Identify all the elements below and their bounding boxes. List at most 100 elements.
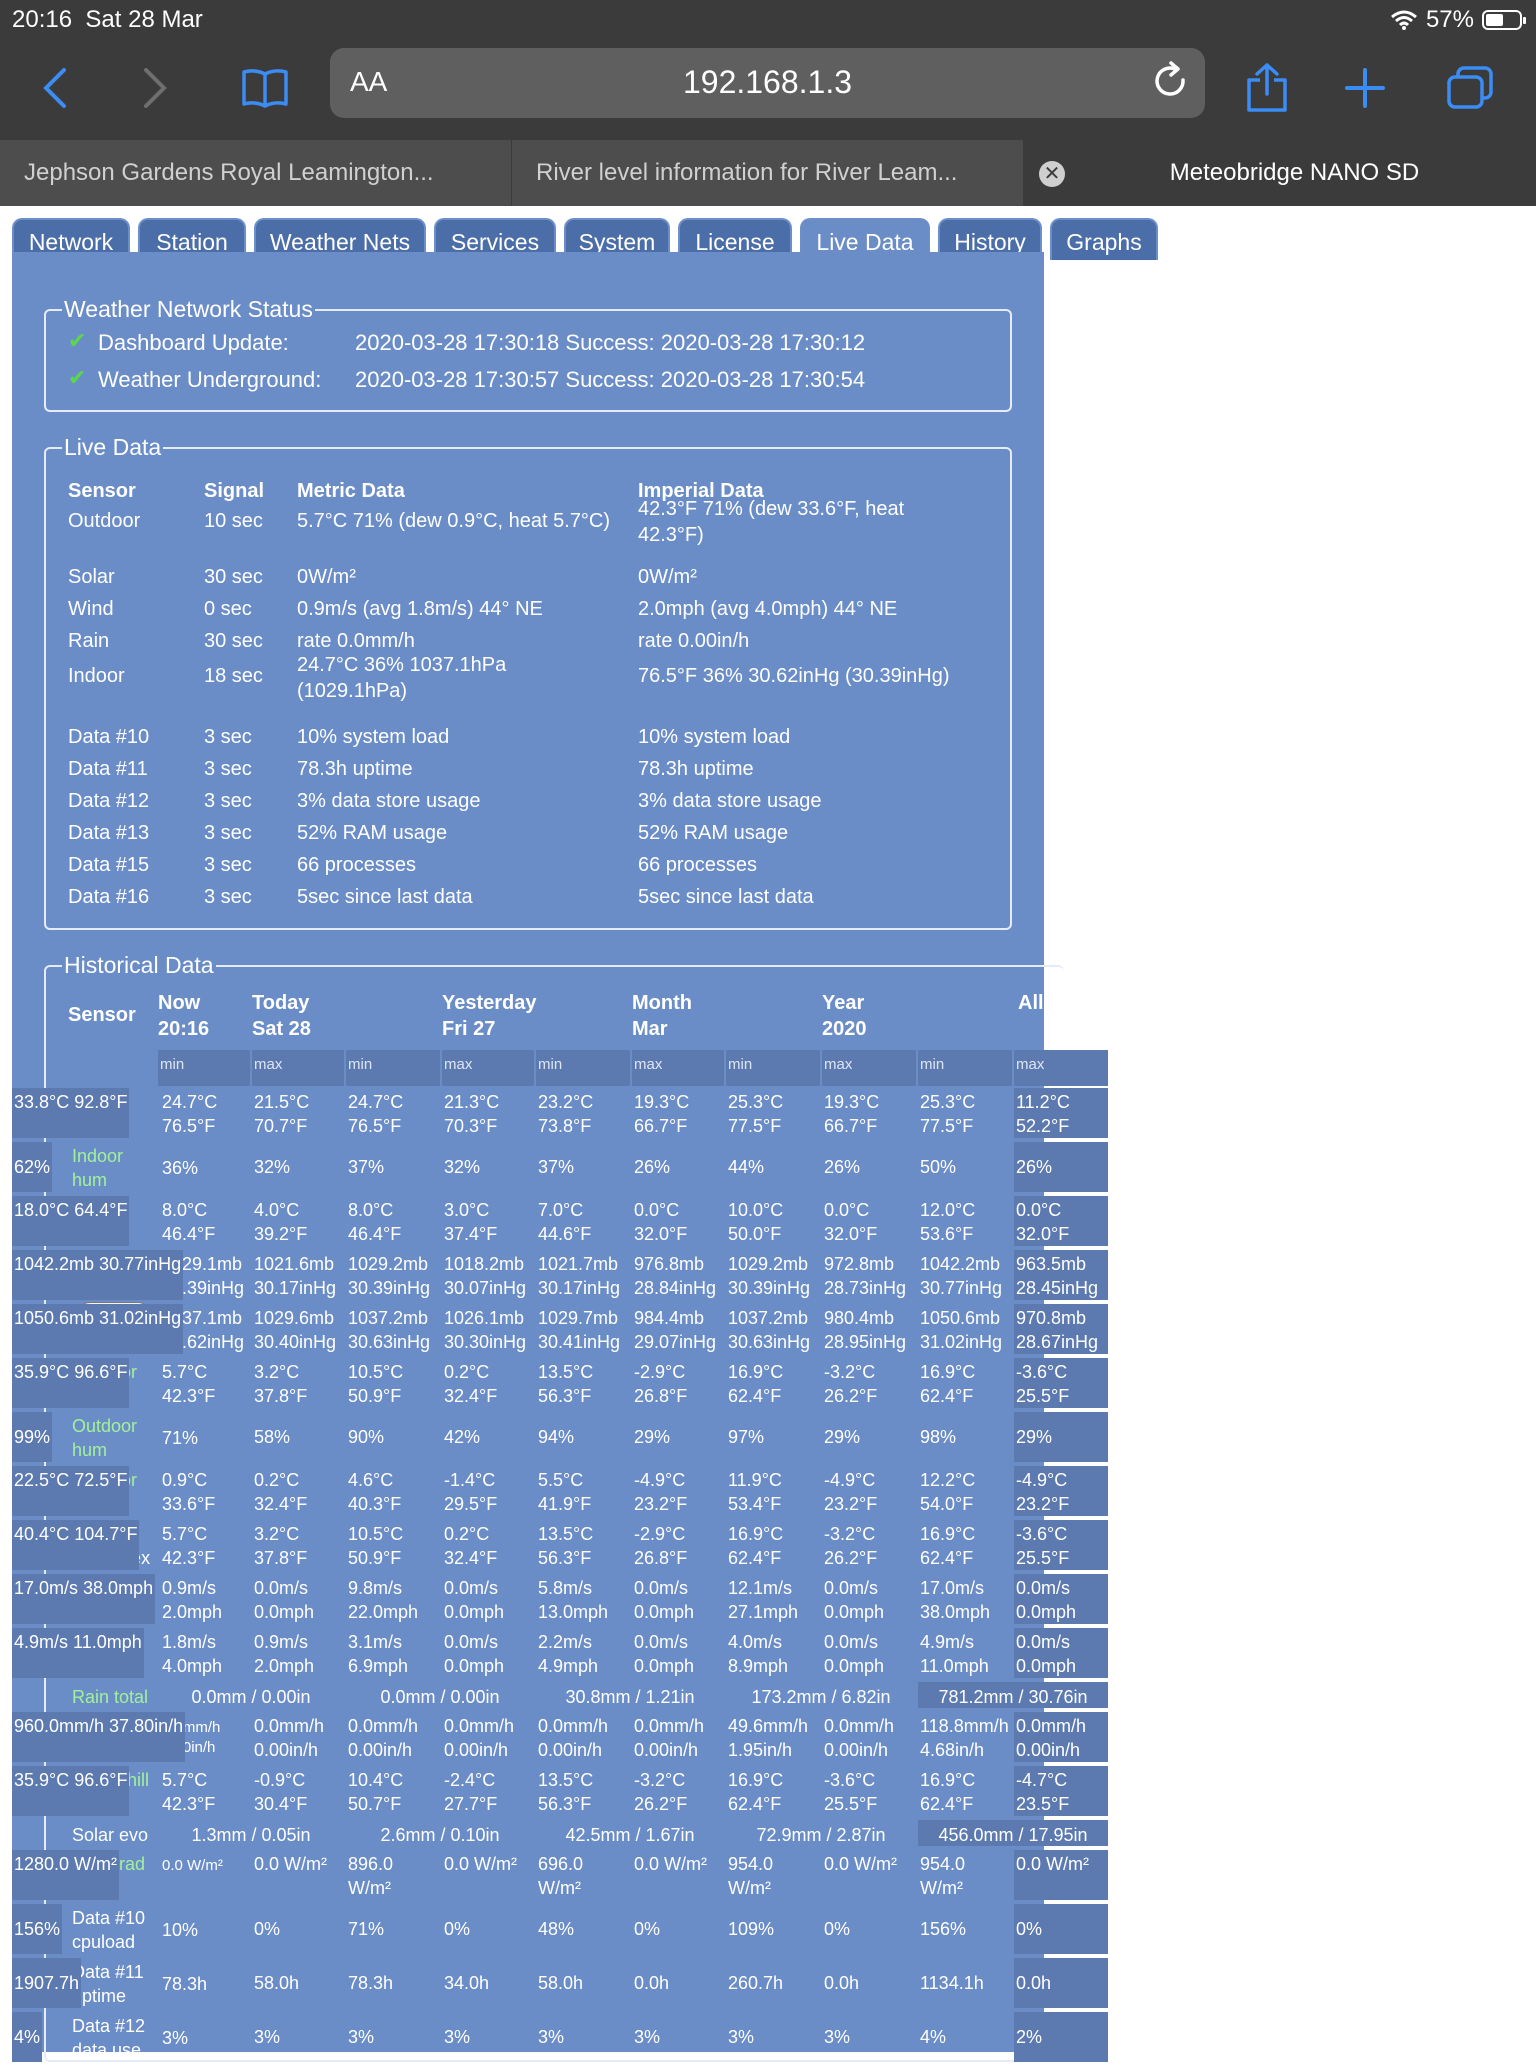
hist-now-value: 5.7°C 42.3°F bbox=[162, 1362, 216, 1406]
hist-value: 984.4mb 29.07inHg bbox=[634, 1308, 717, 1352]
hist-value: 1021.6mb 30.17inHg bbox=[254, 1254, 337, 1298]
hist-value: 21.5°C 70.7°F bbox=[254, 1092, 310, 1136]
hist-value: 62% bbox=[12, 1142, 53, 1192]
hist-now-value: 0.0 W/m² bbox=[162, 1857, 223, 1874]
hist-span-value: 1.3mm / 0.05in bbox=[191, 1825, 311, 1845]
hist-value: 1029.7mb 30.41inHg bbox=[538, 1308, 621, 1352]
live-cell: 0W/m² bbox=[638, 566, 697, 588]
live-cell: 5sec since last data bbox=[638, 886, 814, 908]
hist-span-value: 0.0mm / 0.00in bbox=[191, 1687, 311, 1707]
hist-header-line1: All bbox=[1018, 992, 1044, 1014]
live-cell: 3 sec bbox=[204, 854, 252, 876]
hist-value: 3% bbox=[824, 2027, 851, 2047]
share-icon[interactable] bbox=[1237, 58, 1297, 118]
hist-value: 90% bbox=[348, 1427, 385, 1447]
hist-value: 0.0 W/m² bbox=[254, 1854, 328, 1874]
hist-now-value: 0.9m/s 2.0mph bbox=[162, 1578, 223, 1622]
hist-value: 3.2°C 37.8°F bbox=[254, 1362, 308, 1406]
hist-value: 1280.0 W/m² bbox=[12, 1850, 120, 1900]
historical-data-legend: Historical Data bbox=[64, 952, 214, 978]
hist-value: 33.8°C 92.8°F bbox=[12, 1088, 130, 1138]
hist-span-value: 42.5mm / 1.67in bbox=[565, 1825, 695, 1845]
address-bar[interactable]: AA 192.168.1.3 bbox=[330, 48, 1205, 118]
hist-header-line2: Mar bbox=[632, 1018, 668, 1040]
hist-value: 35.9°C 96.6°F bbox=[12, 1358, 130, 1408]
hist-value: 1050.6mb 31.02inHg bbox=[12, 1304, 184, 1354]
hist-header: Month Mar bbox=[632, 990, 692, 1042]
hist-value: 29% bbox=[824, 1427, 861, 1447]
hist-header: Now 20:16 bbox=[158, 990, 209, 1042]
hist-value: 0.0mm/h 0.00in/h bbox=[444, 1716, 515, 1760]
hist-value: 0.2°C 32.4°F bbox=[444, 1524, 498, 1568]
hist-value: 78.3h bbox=[348, 1973, 394, 1993]
hist-value: 44% bbox=[728, 1157, 765, 1177]
url-text[interactable]: 192.168.1.3 bbox=[330, 64, 1205, 101]
nav-tab-graphs[interactable]: Graphs bbox=[1050, 218, 1158, 260]
bookmarks-icon[interactable] bbox=[235, 58, 295, 118]
hist-value: 0.0m/s 0.0mph bbox=[824, 1632, 885, 1676]
dashboard-update-label: Dashboard Update: bbox=[98, 330, 289, 355]
live-cell: 0 sec bbox=[204, 598, 252, 620]
hist-value: 0.0m/s 0.0mph bbox=[1014, 1574, 1108, 1624]
live-cell: 66 processes bbox=[297, 854, 416, 876]
live-cell: 78.3h uptime bbox=[638, 758, 754, 780]
back-icon[interactable] bbox=[25, 58, 85, 118]
hist-value: 954.0 W/m² bbox=[728, 1854, 774, 1898]
hist-value: 98% bbox=[920, 1427, 957, 1447]
content-panel: Weather Network Status ✔ Dashboard Updat… bbox=[12, 252, 1108, 2062]
hist-value: 10.0°C 50.0°F bbox=[728, 1200, 784, 1244]
tabs-overview-icon[interactable] bbox=[1440, 58, 1500, 118]
hist-value: 12.0°C 53.6°F bbox=[920, 1200, 976, 1244]
hist-value: -2.4°C 27.7°F bbox=[444, 1770, 498, 1814]
hist-value: 1018.2mb 30.07inHg bbox=[444, 1254, 527, 1298]
hist-value: -2.9°C 26.8°F bbox=[634, 1362, 688, 1406]
forward-icon[interactable] bbox=[125, 58, 185, 118]
hist-value: 25.3°C 77.5°F bbox=[728, 1092, 784, 1136]
hist-value: 0.0h bbox=[1014, 1958, 1108, 2008]
live-cell: 0W/m² bbox=[297, 566, 356, 588]
hist-header-line2: Sat 28 bbox=[252, 1018, 311, 1040]
new-tab-icon[interactable] bbox=[1335, 58, 1395, 118]
hist-value: 37% bbox=[538, 1157, 575, 1177]
reload-icon[interactable] bbox=[1149, 60, 1193, 104]
hist-value: 3% bbox=[254, 2027, 281, 2047]
hist-value: 16.9°C 62.4°F bbox=[920, 1524, 976, 1568]
hist-value: -1.4°C 29.5°F bbox=[444, 1470, 498, 1514]
hist-value: 0.0 W/m² bbox=[824, 1854, 898, 1874]
live-cell: 42.3°F 71% (dew 33.6°F, heat 42.3°F) bbox=[638, 498, 905, 546]
hist-value: 976.8mb 28.84inHg bbox=[634, 1254, 717, 1298]
hist-value: 980.4mb 28.95inHg bbox=[824, 1308, 907, 1352]
hist-span-value: 0.0mm / 0.00in bbox=[380, 1687, 500, 1707]
close-tab-icon[interactable]: ✕ bbox=[1039, 161, 1065, 187]
hist-value: 2% bbox=[1014, 2012, 1108, 2062]
hist-value: 48% bbox=[538, 1919, 575, 1939]
live-cell: Data #10 bbox=[68, 726, 150, 748]
live-cell: 30 sec bbox=[204, 630, 263, 652]
hist-value: 58% bbox=[254, 1427, 291, 1447]
browser-tab-meteobridge[interactable]: Meteobridge NANO SD bbox=[1024, 140, 1536, 206]
hist-value: 1029.2mb 30.39inHg bbox=[348, 1254, 431, 1298]
hist-value: 71% bbox=[348, 1919, 385, 1939]
hist-value: 0% bbox=[444, 1919, 471, 1939]
hist-now-value: 5.7°C 42.3°F bbox=[162, 1524, 216, 1568]
hist-value: 960.0mm/h 37.80in/h bbox=[12, 1712, 186, 1762]
live-cell: Data #16 bbox=[68, 886, 150, 908]
live-cell: rate 0.0mm/h bbox=[297, 630, 415, 652]
live-cell: 10% system load bbox=[297, 726, 450, 748]
min-header: min bbox=[158, 1050, 250, 1086]
browser-tab-river[interactable]: River level information for River Leam..… bbox=[512, 140, 1024, 206]
live-cell: Data #13 bbox=[68, 822, 150, 844]
hist-value: 94% bbox=[538, 1427, 575, 1447]
hist-value: 37% bbox=[348, 1157, 385, 1177]
hist-value: 1907.7h bbox=[12, 1958, 82, 2008]
live-cell: Rain bbox=[68, 630, 110, 652]
hist-now-value: 1.8m/s 4.0mph bbox=[162, 1632, 223, 1676]
browser-tab-jephson[interactable]: Jephson Gardens Royal Leamington... bbox=[0, 140, 512, 206]
hist-header-line2: Fri 27 bbox=[442, 1018, 496, 1040]
hist-now-value: 78.3h bbox=[162, 1974, 208, 1994]
hist-row-label: Indoor hum bbox=[72, 1146, 124, 1190]
hist-value: 4% bbox=[12, 2012, 43, 2062]
hist-value: 11.2°C 52.2°F bbox=[1014, 1088, 1108, 1138]
live-header-signal: Signal bbox=[204, 480, 265, 502]
hist-value: 0.0mm/h 0.00in/h bbox=[824, 1716, 895, 1760]
